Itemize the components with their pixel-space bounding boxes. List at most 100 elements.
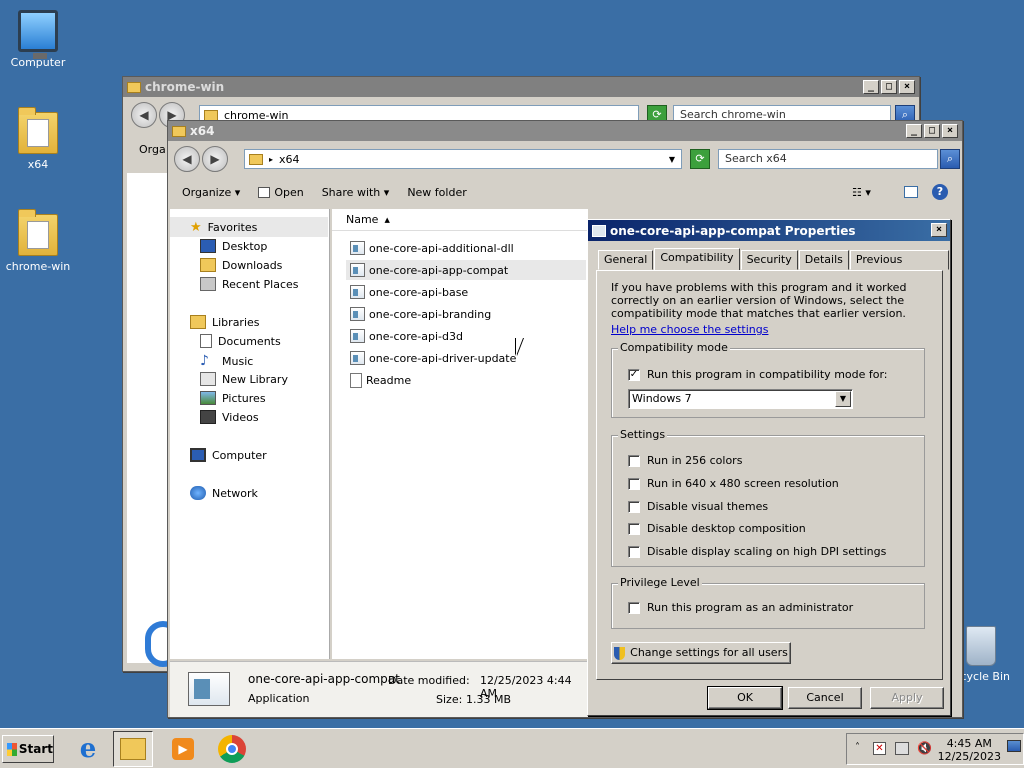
chevron-down-icon[interactable]: ▼ <box>835 391 851 407</box>
compat-mode-checkbox-row[interactable]: ✓ Run this program in compatibility mode… <box>628 368 888 381</box>
folder-icon <box>172 125 186 137</box>
setting-disable-visual-themes[interactable]: Disable visual themes <box>628 500 768 513</box>
maximize-button[interactable]: □ <box>924 124 940 138</box>
file-row[interactable]: one-core-api-base <box>346 282 586 302</box>
change-settings-all-users-button[interactable]: Change settings for all users <box>611 642 791 664</box>
minimize-button[interactable]: _ <box>906 124 922 138</box>
internet-explorer-icon[interactable]: e <box>68 731 108 767</box>
organize-button[interactable]: Organize ▾ <box>182 186 240 199</box>
maximize-button[interactable]: □ <box>881 80 897 94</box>
nav-favorites[interactable]: ★ Favorites <box>170 217 328 237</box>
nav-videos[interactable]: Videos <box>200 410 259 424</box>
nav-documents[interactable]: Documents <box>200 334 281 348</box>
details-date-label: Date modified: <box>388 674 470 687</box>
back-button[interactable]: ◀ <box>174 146 200 172</box>
setting-disable-desktop-composition[interactable]: Disable desktop composition <box>628 522 806 535</box>
file-row-selected[interactable]: one-core-api-app-compat <box>346 260 586 280</box>
tab-general[interactable]: General <box>598 250 654 270</box>
share-with-button[interactable]: Share with ▾ <box>322 186 390 199</box>
refresh-icon[interactable]: ⟳ <box>690 149 710 169</box>
title-bar[interactable]: chrome-win <box>123 77 919 97</box>
setting-checkbox[interactable] <box>628 477 640 490</box>
column-header-name[interactable]: Name ▲ <box>332 209 588 231</box>
open-button[interactable]: Open <box>258 186 304 199</box>
setting-checkbox[interactable] <box>628 522 640 535</box>
volume-muted-icon[interactable]: 🔇 <box>917 741 932 755</box>
show-desktop-button[interactable] <box>1007 740 1021 752</box>
file-row[interactable]: one-core-api-d3d <box>346 326 586 346</box>
chrome-icon[interactable] <box>212 731 252 767</box>
apply-button[interactable]: Apply <box>870 687 944 709</box>
breadcrumb-arrow-icon[interactable]: ▸ <box>269 155 273 164</box>
preview-pane-icon[interactable] <box>904 186 918 198</box>
nav-libraries[interactable]: Libraries <box>190 315 260 329</box>
show-hidden-icons-button[interactable]: ˄ <box>855 742 860 753</box>
setting-checkbox[interactable] <box>628 454 640 467</box>
dialog-title-bar[interactable]: one-core-api-app-compat Properties <box>588 220 950 241</box>
cancel-button[interactable]: Cancel <box>788 687 862 709</box>
nav-pictures[interactable]: Pictures <box>200 391 266 405</box>
address-bar[interactable]: ▸ x64 ▼ <box>244 149 682 169</box>
setting-640x480[interactable]: Run in 640 x 480 screen resolution <box>628 477 839 490</box>
forward-button[interactable]: ▶ <box>202 146 228 172</box>
setting-checkbox[interactable] <box>628 500 640 513</box>
text-file-icon <box>350 372 362 388</box>
new-folder-button[interactable]: New folder <box>407 186 466 199</box>
nav-music[interactable]: ♪ Music <box>200 353 253 369</box>
details-pane: one-core-api-app-compat Application Date… <box>170 661 588 717</box>
tab-details[interactable]: Details <box>798 250 849 270</box>
search-input[interactable]: Search x64 <box>718 149 938 169</box>
nav-network[interactable]: Network <box>190 486 258 500</box>
desktop-icon-computer[interactable]: Computer <box>0 10 76 69</box>
minimize-button[interactable]: _ <box>863 80 879 94</box>
start-button[interactable]: Start <box>2 735 54 763</box>
nav-downloads[interactable]: Downloads <box>200 258 282 272</box>
close-button[interactable]: × <box>942 124 958 138</box>
help-icon[interactable]: ? <box>932 184 948 200</box>
title-bar[interactable]: x64 <box>168 121 962 141</box>
action-center-flag-icon[interactable]: ✕ <box>873 742 886 755</box>
close-button[interactable]: × <box>899 80 915 94</box>
properties-dialog[interactable]: one-core-api-app-compat Properties × Gen… <box>587 219 951 716</box>
back-button[interactable]: ◀ <box>131 102 157 128</box>
nav-computer[interactable]: Computer <box>190 448 267 462</box>
desktop-icon-chrome-win[interactable]: chrome-win <box>0 209 76 273</box>
nav-recent-places[interactable]: Recent Places <box>200 277 299 291</box>
computer-icon <box>18 10 58 59</box>
file-row[interactable]: one-core-api-additional-dll <box>346 238 586 258</box>
address-dropdown-icon[interactable]: ▼ <box>669 155 675 164</box>
uac-shield-icon <box>614 646 626 660</box>
run-as-admin-row[interactable]: Run this program as an administrator <box>628 601 853 614</box>
setting-disable-dpi-scaling[interactable]: Disable display scaling on high DPI sett… <box>628 545 886 558</box>
ok-button[interactable]: OK <box>707 686 783 710</box>
desktop-icon-x64[interactable]: x64 <box>0 107 76 171</box>
tab-compatibility[interactable]: Compatibility <box>654 248 740 270</box>
address-text: x64 <box>279 152 300 166</box>
media-player-icon[interactable]: ▶ <box>163 731 203 767</box>
view-options-icon[interactable]: ☷ ▾ <box>852 186 871 199</box>
nav-new-library[interactable]: New Library <box>200 372 288 386</box>
details-size-value: 1.33 MB <box>466 693 512 706</box>
setting-256-colors[interactable]: Run in 256 colors <box>628 454 742 467</box>
file-list: Name ▲ one-core-api-additional-dll one-c… <box>332 209 588 659</box>
tab-security[interactable]: Security <box>740 250 798 270</box>
help-link[interactable]: Help me choose the settings <box>611 323 768 336</box>
network-tray-icon[interactable] <box>895 742 909 755</box>
file-row[interactable]: one-core-api-driver-update <box>346 348 586 368</box>
compat-mode-checkbox[interactable]: ✓ <box>628 368 640 381</box>
close-button[interactable]: × <box>931 223 947 237</box>
nav-pane <box>127 173 171 663</box>
desktop-icon-label: x64 <box>27 158 49 171</box>
search-icon[interactable]: ⌕ <box>940 149 960 169</box>
windows-explorer-icon[interactable] <box>113 731 153 767</box>
run-as-admin-checkbox[interactable] <box>628 601 640 614</box>
file-row[interactable]: Readme <box>346 370 586 390</box>
application-icon <box>592 224 606 237</box>
nav-desktop[interactable]: Desktop <box>200 239 267 253</box>
clock[interactable]: 4:45 AM 12/25/2023 <box>938 737 1001 763</box>
tab-previous-versions[interactable]: Previous Versions <box>849 250 949 284</box>
organize-button[interactable]: Orga <box>123 131 171 161</box>
setting-checkbox[interactable] <box>628 545 640 558</box>
compat-mode-select[interactable]: Windows 7 ▼ <box>628 389 853 409</box>
file-row[interactable]: one-core-api-branding <box>346 304 586 324</box>
